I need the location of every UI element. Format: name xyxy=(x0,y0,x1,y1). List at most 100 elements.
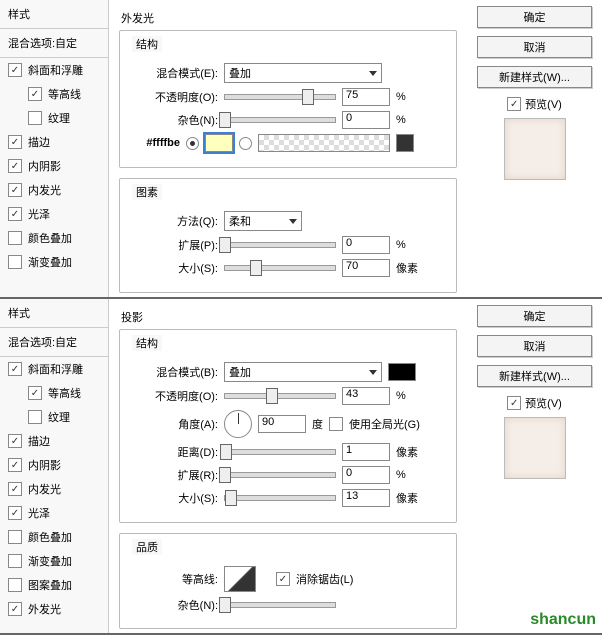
style-item[interactable]: 渐变叠加 xyxy=(0,250,108,274)
style-label: 内发光 xyxy=(28,182,61,198)
style-checkbox[interactable] xyxy=(8,578,22,592)
style-item[interactable]: 纹理 xyxy=(0,106,108,130)
style-checkbox[interactable] xyxy=(28,410,42,424)
style-item[interactable]: 外发光 xyxy=(0,597,108,621)
style-checkbox[interactable] xyxy=(28,386,42,400)
blending-options[interactable]: 混合选项:自定 xyxy=(0,328,108,357)
ok-button[interactable]: 确定 xyxy=(477,6,592,28)
shadow-color-swatch[interactable] xyxy=(388,363,416,381)
style-checkbox[interactable] xyxy=(8,207,22,221)
blend-mode-select[interactable]: 叠加 xyxy=(224,362,382,382)
contour-picker[interactable] xyxy=(224,566,256,592)
style-checkbox[interactable] xyxy=(28,111,42,125)
cancel-button[interactable]: 取消 xyxy=(477,335,592,357)
angle-input[interactable]: 90 xyxy=(258,415,306,433)
style-checkbox[interactable] xyxy=(8,530,22,544)
style-list: 样式 混合选项:自定 斜面和浮雕等高线纹理描边内阴影内发光光泽颜色叠加渐变叠加图… xyxy=(0,299,109,633)
gradient-radio[interactable] xyxy=(239,137,252,150)
size-slider[interactable] xyxy=(224,265,336,271)
opacity-input[interactable]: 75 xyxy=(342,88,390,106)
style-item[interactable]: 斜面和浮雕 xyxy=(0,58,108,82)
style-item[interactable]: 内发光 xyxy=(0,477,108,501)
style-item[interactable]: 内阴影 xyxy=(0,453,108,477)
angle-dial[interactable] xyxy=(224,410,252,438)
style-checkbox[interactable] xyxy=(8,458,22,472)
color-radio[interactable] xyxy=(186,137,199,150)
global-light-checkbox[interactable] xyxy=(329,417,343,431)
style-label: 内阴影 xyxy=(28,158,61,174)
style-item[interactable]: 图案叠加 xyxy=(0,573,108,597)
style-item[interactable]: 等高线 xyxy=(0,82,108,106)
distance-slider[interactable] xyxy=(224,449,336,455)
outer-glow-panel: 外发光 结构 混合模式(E): 叠加 不透明度(O): 75 % 杂色(N): … xyxy=(109,0,467,297)
spread-label: 扩展(R): xyxy=(130,467,218,483)
style-checkbox[interactable] xyxy=(28,87,42,101)
antialias-checkbox[interactable] xyxy=(276,572,290,586)
new-style-button[interactable]: 新建样式(W)... xyxy=(477,66,592,88)
spread-input[interactable]: 0 xyxy=(342,236,390,254)
noise-input[interactable]: 0 xyxy=(342,111,390,129)
ok-button[interactable]: 确定 xyxy=(477,305,592,327)
style-checkbox[interactable] xyxy=(8,183,22,197)
style-item[interactable]: 等高线 xyxy=(0,381,108,405)
size-input[interactable]: 70 xyxy=(342,259,390,277)
spread-slider[interactable] xyxy=(224,472,336,478)
method-select[interactable]: 柔和 xyxy=(224,211,302,231)
opacity-slider[interactable] xyxy=(224,94,336,100)
blend-mode-select[interactable]: 叠加 xyxy=(224,63,382,83)
preview-checkbox[interactable] xyxy=(507,97,521,111)
style-item[interactable]: 内阴影 xyxy=(0,154,108,178)
style-checkbox[interactable] xyxy=(8,482,22,496)
style-checkbox[interactable] xyxy=(8,255,22,269)
style-checkbox[interactable] xyxy=(8,362,22,376)
spread-unit: % xyxy=(396,469,426,481)
style-checkbox[interactable] xyxy=(8,554,22,568)
noise-slider[interactable] xyxy=(224,117,336,123)
distance-input[interactable]: 1 xyxy=(342,443,390,461)
style-label: 图案叠加 xyxy=(28,577,72,593)
style-item[interactable]: 光泽 xyxy=(0,501,108,525)
style-checkbox[interactable] xyxy=(8,63,22,77)
style-checkbox[interactable] xyxy=(8,602,22,616)
size-input[interactable]: 13 xyxy=(342,489,390,507)
style-item[interactable]: 斜面和浮雕 xyxy=(0,357,108,381)
style-checkbox[interactable] xyxy=(8,159,22,173)
style-item[interactable]: 描边 xyxy=(0,130,108,154)
style-item[interactable]: 内发光 xyxy=(0,178,108,202)
new-style-button[interactable]: 新建样式(W)... xyxy=(477,365,592,387)
right-panel: 确定 取消 新建样式(W)... 预览(V) xyxy=(467,299,602,633)
opacity-slider[interactable] xyxy=(224,393,336,399)
size-label: 大小(S): xyxy=(130,490,218,506)
style-checkbox[interactable] xyxy=(8,434,22,448)
style-item[interactable]: 颜色叠加 xyxy=(0,226,108,250)
style-item[interactable]: 颜色叠加 xyxy=(0,525,108,549)
noise-label: 杂色(N): xyxy=(130,112,218,128)
blend-mode-label: 混合模式(E): xyxy=(130,65,218,81)
angle-unit: 度 xyxy=(312,416,323,432)
size-slider[interactable] xyxy=(224,495,336,501)
antialias-label: 消除锯齿(L) xyxy=(296,571,353,587)
right-panel: 确定 取消 新建样式(W)... 预览(V) xyxy=(467,0,602,297)
style-item[interactable]: 渐变叠加 xyxy=(0,549,108,573)
style-label: 斜面和浮雕 xyxy=(28,361,83,377)
style-checkbox[interactable] xyxy=(8,231,22,245)
style-label: 颜色叠加 xyxy=(28,230,72,246)
cancel-button[interactable]: 取消 xyxy=(477,36,592,58)
style-checkbox[interactable] xyxy=(8,135,22,149)
preview-thumbnail xyxy=(504,118,566,180)
color-swatch[interactable] xyxy=(205,134,233,152)
spread-slider[interactable] xyxy=(224,242,336,248)
spread-input[interactable]: 0 xyxy=(342,466,390,484)
style-item[interactable]: 纹理 xyxy=(0,405,108,429)
style-item[interactable]: 光泽 xyxy=(0,202,108,226)
gradient-dropdown-icon[interactable] xyxy=(396,134,414,152)
style-item[interactable]: 描边 xyxy=(0,429,108,453)
opacity-input[interactable]: 43 xyxy=(342,387,390,405)
gradient-picker[interactable] xyxy=(258,134,390,152)
noise-slider[interactable] xyxy=(224,602,336,608)
style-checkbox[interactable] xyxy=(8,506,22,520)
drop-shadow-panel: 投影 结构 混合模式(B): 叠加 不透明度(O): 43 % 角度(A): 9… xyxy=(109,299,467,633)
preview-checkbox[interactable] xyxy=(507,396,521,410)
blending-options[interactable]: 混合选项:自定 xyxy=(0,29,108,58)
style-label: 纹理 xyxy=(48,110,70,126)
